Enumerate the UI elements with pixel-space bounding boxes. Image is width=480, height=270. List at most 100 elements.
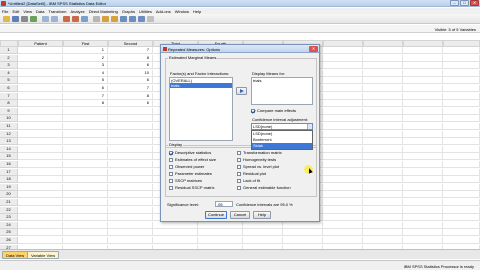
table-cell-empty[interactable]	[363, 176, 403, 184]
goto-case-icon[interactable]	[63, 16, 70, 22]
table-cell-patient[interactable]	[18, 206, 63, 214]
menu-help[interactable]: Help	[193, 9, 201, 14]
table-cell-empty[interactable]	[363, 214, 403, 222]
table-cell-empty[interactable]	[363, 199, 403, 206]
row-number[interactable]: 15	[0, 153, 18, 161]
table-cell[interactable]	[63, 229, 108, 237]
menu-add-ons[interactable]: Add-ons	[156, 9, 171, 14]
table-cell[interactable]	[108, 130, 153, 138]
table-cell-empty[interactable]	[323, 92, 363, 100]
table-cell-patient[interactable]	[18, 176, 63, 184]
table-cell[interactable]	[108, 183, 153, 191]
table-cell-empty[interactable]	[363, 145, 403, 153]
table-cell-empty[interactable]	[323, 138, 363, 146]
table-cell-empty[interactable]	[363, 183, 403, 191]
table-cell-empty[interactable]	[403, 123, 443, 130]
table-cell-empty[interactable]	[443, 214, 480, 222]
table-cell[interactable]	[108, 168, 153, 176]
insert-variable-icon[interactable]	[111, 16, 118, 22]
table-cell-empty[interactable]	[403, 214, 443, 222]
table-cell-empty[interactable]	[403, 183, 443, 191]
table-cell-empty[interactable]	[443, 229, 480, 237]
table-cell[interactable]	[153, 221, 198, 229]
table-cell[interactable]	[108, 138, 153, 146]
table-cell-empty[interactable]	[403, 138, 443, 146]
table-cell[interactable]: 7	[108, 85, 153, 92]
move-right-button[interactable]	[236, 87, 247, 95]
table-cell-empty[interactable]	[243, 237, 283, 244]
table-cell-empty[interactable]	[443, 138, 480, 146]
table-cell-empty[interactable]	[443, 77, 480, 85]
table-cell-empty[interactable]	[323, 199, 363, 206]
table-cell-empty[interactable]	[283, 229, 323, 237]
table-cell-empty[interactable]	[323, 183, 363, 191]
table-cell-empty[interactable]	[363, 100, 403, 108]
table-cell[interactable]	[108, 229, 153, 237]
menu-data[interactable]: Data	[36, 9, 44, 14]
table-cell-patient[interactable]	[18, 92, 63, 100]
table-cell[interactable]: 8	[108, 54, 153, 62]
table-cell[interactable]	[63, 176, 108, 184]
table-cell-empty[interactable]	[323, 145, 363, 153]
dialog-recall-icon[interactable]	[30, 16, 37, 22]
table-cell-empty[interactable]	[403, 229, 443, 237]
table-cell-patient[interactable]	[18, 85, 63, 92]
weight-cases-icon[interactable]	[129, 16, 136, 22]
table-cell[interactable]: 2	[63, 54, 108, 62]
table-cell[interactable]	[63, 130, 108, 138]
table-cell[interactable]	[108, 214, 153, 222]
table-cell-empty[interactable]	[443, 85, 480, 92]
maximize-button[interactable]: □	[460, 0, 469, 6]
row-number[interactable]: 12	[0, 130, 18, 138]
redo-icon[interactable]	[51, 16, 58, 22]
row-number[interactable]: 1	[0, 47, 18, 54]
table-cell[interactable]: 7	[108, 47, 153, 54]
table-cell[interactable]	[63, 221, 108, 229]
table-cell[interactable]	[108, 237, 153, 244]
residual-sscp-checkbox[interactable]: Residual SSCP matrix	[169, 185, 215, 190]
table-cell-patient[interactable]	[18, 130, 63, 138]
table-cell[interactable]	[108, 191, 153, 199]
table-cell-empty[interactable]	[403, 168, 443, 176]
table-cell-empty[interactable]	[403, 221, 443, 229]
table-cell-empty[interactable]	[363, 153, 403, 161]
table-cell-empty[interactable]	[443, 206, 480, 214]
table-cell-patient[interactable]	[18, 115, 63, 123]
table-cell-empty[interactable]	[363, 229, 403, 237]
column-header-empty[interactable]	[403, 40, 443, 47]
table-cell[interactable]	[63, 145, 108, 153]
table-cell-patient[interactable]	[18, 62, 63, 70]
table-cell[interactable]	[63, 199, 108, 206]
table-cell-patient[interactable]	[18, 145, 63, 153]
table-cell[interactable]	[108, 199, 153, 206]
table-cell[interactable]: 3	[63, 62, 108, 70]
observed-power-checkbox[interactable]: Observed power	[169, 164, 204, 169]
table-cell-empty[interactable]	[403, 107, 443, 115]
row-number[interactable]: 5	[0, 77, 18, 85]
table-cell[interactable]	[63, 206, 108, 214]
table-cell[interactable]	[108, 206, 153, 214]
row-number[interactable]: 11	[0, 123, 18, 130]
spread-vs-level-checkbox[interactable]: Spread vs. level plot	[237, 164, 279, 169]
row-number[interactable]: 10	[0, 115, 18, 123]
table-cell-empty[interactable]	[403, 130, 443, 138]
menu-graphs[interactable]: Graphs	[122, 9, 135, 14]
transformation-matrix-checkbox[interactable]: Transformation matrix	[237, 150, 282, 155]
table-cell-empty[interactable]	[443, 221, 480, 229]
table-cell-empty[interactable]	[443, 54, 480, 62]
table-cell-empty[interactable]	[323, 206, 363, 214]
table-cell-empty[interactable]	[403, 85, 443, 92]
row-number[interactable]: 19	[0, 183, 18, 191]
table-cell-empty[interactable]	[323, 130, 363, 138]
table-cell-patient[interactable]	[18, 47, 63, 54]
row-number[interactable]: 20	[0, 191, 18, 199]
table-cell-empty[interactable]	[443, 69, 480, 77]
effect-size-checkbox[interactable]: Estimates of effect size	[169, 157, 216, 162]
table-cell-patient[interactable]	[18, 54, 63, 62]
table-cell[interactable]	[63, 115, 108, 123]
menu-utilities[interactable]: Utilities	[139, 9, 152, 14]
table-cell-patient[interactable]	[18, 199, 63, 206]
row-number[interactable]: 7	[0, 92, 18, 100]
compare-main-effects-checkbox[interactable]: Compare main effects	[251, 108, 296, 113]
table-cell-empty[interactable]	[323, 100, 363, 108]
